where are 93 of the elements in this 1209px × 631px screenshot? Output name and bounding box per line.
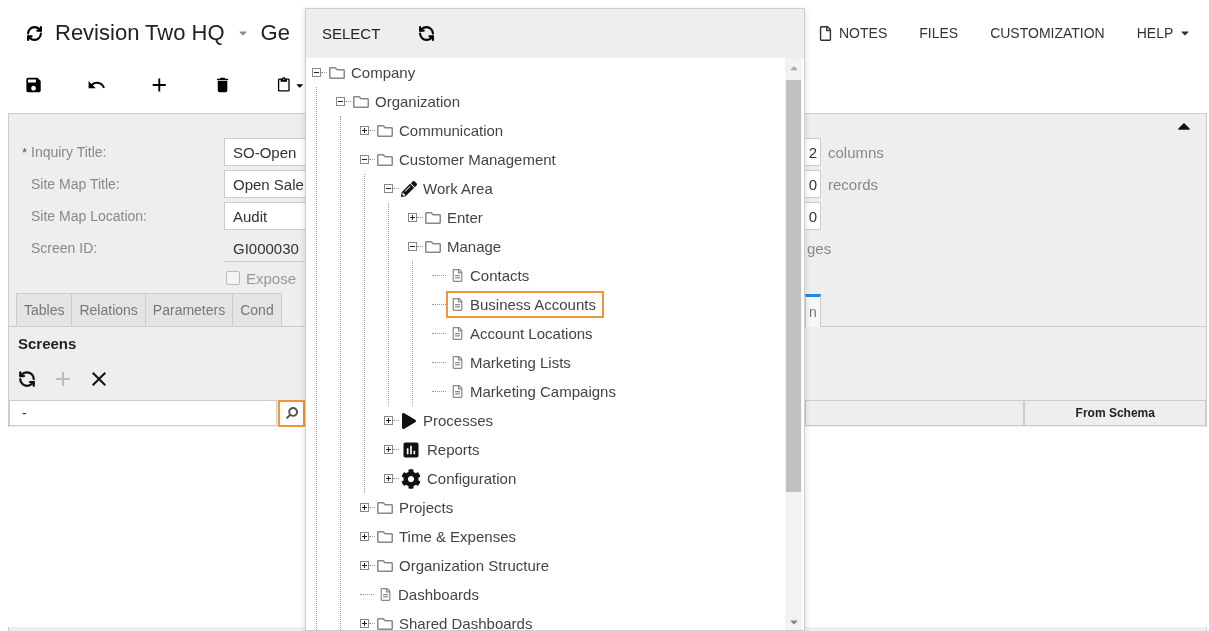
tab[interactable]: Cond [232, 293, 282, 326]
checkbox-label: Expose [246, 269, 297, 287]
input-field[interactable]: SO-Open [224, 138, 305, 166]
expand-toggle[interactable] [360, 126, 369, 135]
refresh-icon[interactable] [26, 24, 43, 42]
tab[interactable]: Relations [71, 293, 146, 326]
section-title: Screens [18, 334, 77, 352]
tree-item[interactable]: Customer Management [375, 146, 564, 173]
expand-toggle[interactable] [384, 416, 393, 425]
refresh-icon[interactable] [18, 370, 36, 388]
field-label: Site Map Title: [31, 176, 121, 192]
field-label: Site Map Location: [31, 208, 148, 224]
document-icon [451, 269, 464, 282]
scrollbar-track[interactable] [785, 58, 802, 630]
required-mark: * [20, 144, 28, 160]
document-icon [451, 356, 464, 369]
tab[interactable]: n [805, 294, 821, 327]
tree-item[interactable]: Company [327, 59, 424, 86]
folder-icon [377, 151, 393, 168]
pencil-icon [401, 180, 417, 197]
tree-item[interactable]: Time & Expenses [375, 523, 524, 550]
folder-icon [377, 499, 393, 516]
folder-icon [329, 64, 345, 81]
header-link[interactable]: FILES [919, 25, 959, 41]
tree-item[interactable]: Projects [375, 494, 462, 521]
tree-item[interactable]: Dashboards [374, 581, 487, 608]
scrollbar-thumb[interactable] [786, 80, 801, 492]
note-icon [818, 25, 833, 41]
page-title: Revision Two HQ [55, 20, 225, 46]
unit-label: records [828, 175, 879, 193]
folder-icon [377, 615, 393, 630]
tree-item[interactable]: Manage [423, 233, 510, 260]
input-field[interactable]: 2 [805, 138, 821, 166]
tree-item[interactable]: Shared Dashboards [375, 610, 541, 630]
refresh-icon[interactable] [418, 25, 436, 42]
filter-field[interactable]: - [9, 400, 277, 426]
tab[interactable]: Tables [16, 293, 73, 326]
tree-item[interactable]: Contacts [446, 262, 538, 289]
header-link[interactable]: HELP [1136, 25, 1192, 41]
page-title: Ge [260, 20, 290, 46]
clipboard-icon[interactable] [275, 76, 292, 94]
tree-item[interactable]: Organization [351, 88, 469, 115]
input-field[interactable]: 0 [805, 170, 821, 198]
collapse-toggle[interactable] [312, 68, 321, 77]
collapse-toggle[interactable] [360, 155, 369, 164]
tree-item[interactable]: Communication [375, 117, 512, 144]
checkbox[interactable] [226, 271, 240, 285]
field-label: Inquiry Title: [31, 144, 108, 160]
field-label: ges [807, 239, 832, 257]
document-icon [451, 298, 464, 311]
input-field[interactable]: 0 [805, 202, 821, 230]
tree-item[interactable]: Marketing Lists [446, 349, 579, 376]
expand-toggle[interactable] [360, 532, 369, 541]
tree-item[interactable]: Configuration [399, 465, 525, 492]
expand-toggle[interactable] [384, 474, 393, 483]
input-field[interactable]: Open Sale [224, 170, 305, 198]
document-icon [379, 588, 392, 601]
play-icon [401, 412, 417, 429]
collapse-toggle[interactable] [384, 184, 393, 193]
expand-toggle[interactable] [360, 503, 369, 512]
expand-toggle[interactable] [384, 445, 393, 454]
folder-icon [377, 122, 393, 139]
tree-item[interactable]: Work Area [399, 175, 501, 202]
input-field[interactable]: Audit [224, 202, 305, 230]
expand-toggle[interactable] [408, 213, 417, 222]
document-icon [451, 385, 464, 398]
tab[interactable]: Parameters [144, 293, 234, 326]
search-button[interactable] [278, 399, 305, 427]
gear-icon [401, 468, 421, 489]
unit-label: columns [828, 143, 884, 161]
collapse-toggle[interactable] [408, 242, 417, 251]
tree-item[interactable]: Enter [423, 204, 491, 231]
column-header[interactable]: From Schema [1024, 400, 1206, 426]
tree-item[interactable]: Reports [399, 436, 488, 463]
collapse-toggle[interactable] [336, 97, 345, 106]
tree-item[interactable]: Marketing Campaigns [446, 378, 624, 405]
tree-item[interactable]: Processes [399, 407, 502, 434]
tree-item[interactable]: Business Accounts [446, 291, 604, 318]
folder-icon [425, 238, 441, 255]
dialog-title: SELECT [322, 25, 381, 42]
tree-item[interactable]: Organization Structure [375, 552, 558, 579]
header-link[interactable]: NOTES [818, 25, 888, 41]
folder-icon [377, 528, 393, 545]
folder-icon [377, 557, 393, 574]
expand-toggle[interactable] [360, 561, 369, 570]
document-icon [451, 327, 464, 340]
search-icon [285, 407, 298, 419]
tree-item[interactable]: Account Locations [446, 320, 601, 347]
header-link[interactable]: CUSTOMIZATION [990, 25, 1105, 41]
field-label: Screen ID: [31, 240, 99, 256]
folder-icon [353, 93, 369, 110]
expand-toggle[interactable] [360, 619, 369, 628]
folder-icon [425, 209, 441, 226]
